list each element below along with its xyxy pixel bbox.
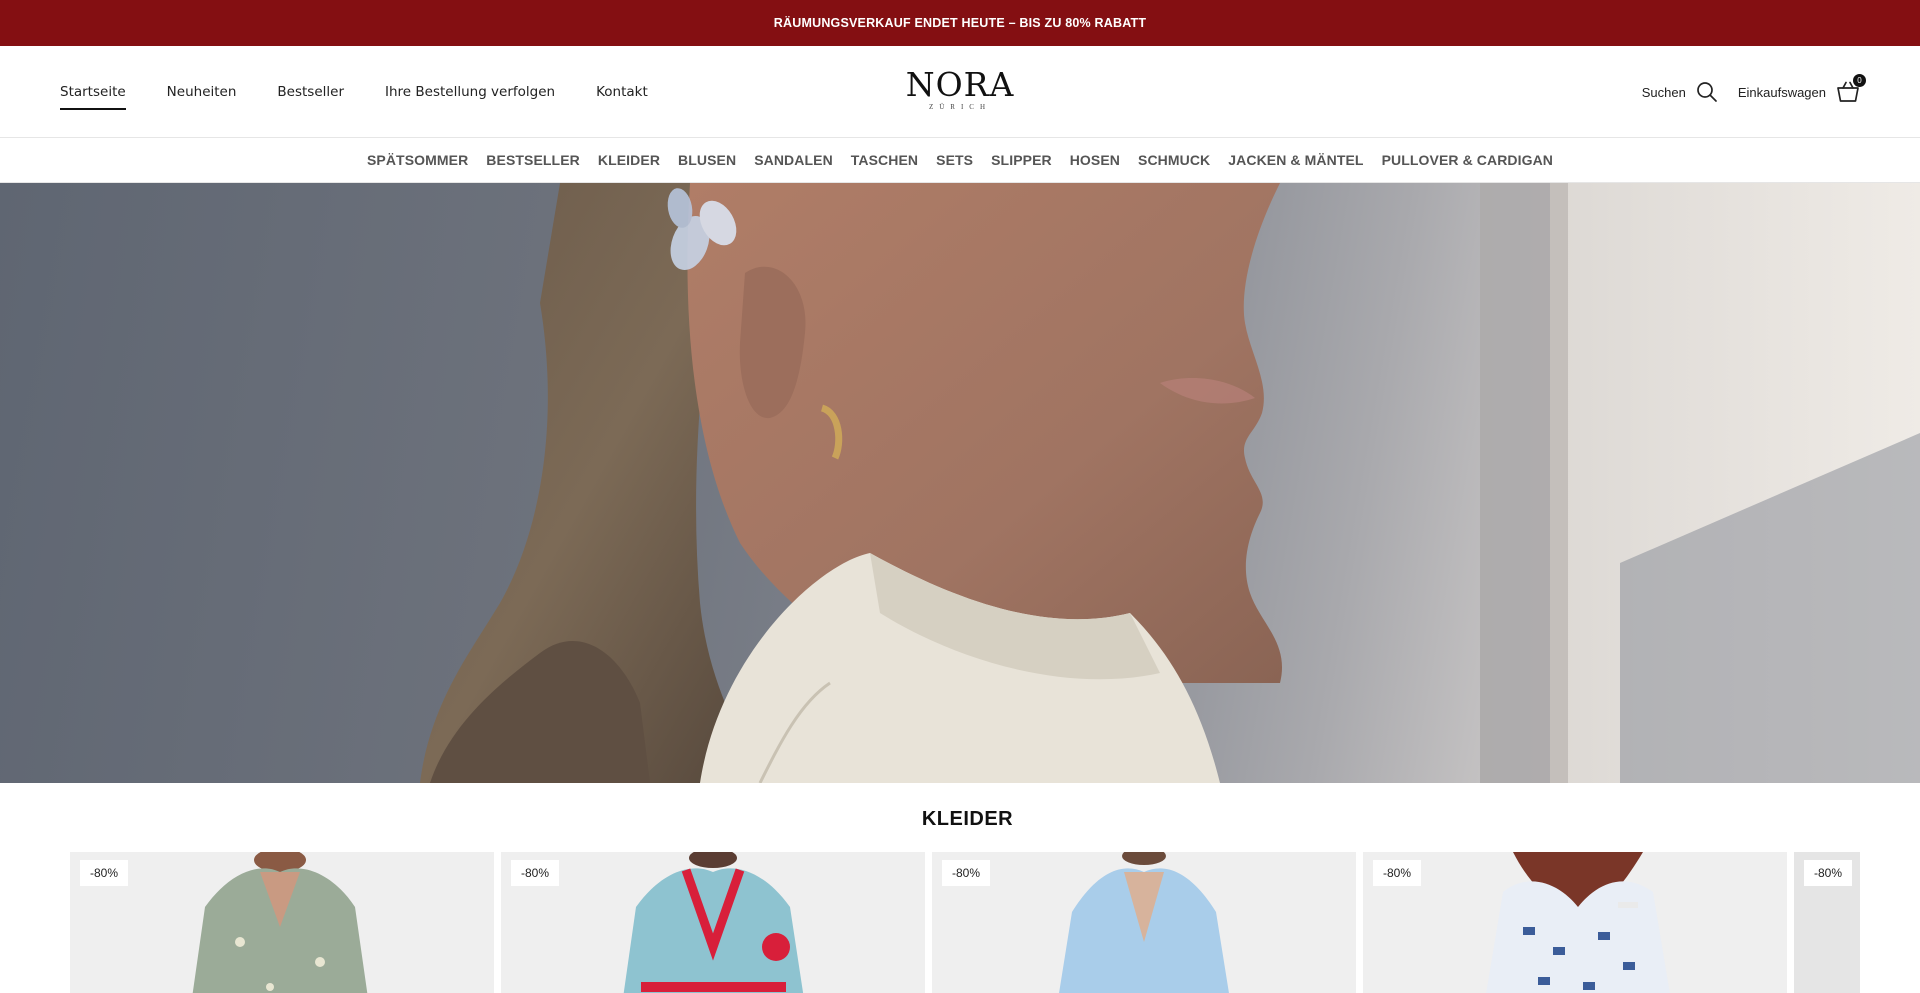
product-image (623, 852, 804, 993)
nav-neuheiten[interactable]: Neuheiten (167, 78, 237, 106)
category-taschen[interactable]: TASCHEN (851, 152, 918, 168)
discount-badge: -80% (511, 860, 560, 886)
search-label: Suchen (1641, 84, 1686, 100)
category-blusen[interactable]: BLUSEN (678, 152, 736, 168)
product-image (1059, 852, 1229, 993)
product-image (1486, 852, 1670, 993)
category-sandalen[interactable]: SANDALEN (754, 152, 833, 168)
category-pullover-cardigan[interactable]: PULLOVER & CARDIGAN (1382, 152, 1553, 168)
product-card[interactable]: -80% (932, 852, 1356, 993)
nav-startseite[interactable]: Startseite (60, 78, 126, 110)
discount-badge: -80% (1804, 860, 1853, 886)
brand-logo[interactable]: NORA ZÜRICH (860, 68, 1060, 118)
nav-bestseller[interactable]: Bestseller (277, 78, 344, 106)
product-card[interactable]: -80% (501, 852, 925, 993)
product-image (192, 852, 368, 993)
basket-icon: 0 (1836, 74, 1866, 103)
logo-subtitle: ZÜRICH (928, 103, 992, 111)
category-kleider[interactable]: KLEIDER (598, 152, 660, 168)
search-button[interactable]: Suchen (1642, 81, 1718, 103)
category-slipper[interactable]: SLIPPER (991, 152, 1052, 168)
product-card[interactable]: -80% (1794, 852, 1860, 993)
main-navigation: Startseite Neuheiten Bestseller Ihre Bes… (60, 46, 689, 138)
category-hosen[interactable]: HOSEN (1070, 152, 1120, 168)
search-icon (1696, 81, 1718, 103)
nav-track-order[interactable]: Ihre Bestellung verfolgen (385, 78, 555, 106)
section-title: KLEIDER (921, 808, 1014, 830)
announcement-bar: RÄUMUNGSVERKAUF ENDET HEUTE – BIS ZU 80%… (0, 0, 1920, 46)
category-bar: SPÄTSOMMER BESTSELLER KLEIDER BLUSEN SAN… (0, 138, 1920, 183)
category-sets[interactable]: SETS (936, 152, 973, 168)
product-card[interactable]: -80% (70, 852, 494, 993)
category-jacken-maentel[interactable]: JACKEN & MÄNTEL (1228, 152, 1363, 168)
site-header: Startseite Neuheiten Bestseller Ihre Bes… (0, 46, 1920, 138)
hero-banner-image[interactable] (0, 183, 1920, 783)
hero-illustration (420, 183, 1920, 783)
category-schmuck[interactable]: SCHMUCK (1138, 152, 1210, 168)
logo-wordmark: NORA (905, 65, 1015, 104)
product-carousel: -80% -80% -80% -80% -80% (70, 852, 1860, 993)
discount-badge: -80% (80, 860, 129, 886)
nav-kontakt[interactable]: Kontakt (596, 78, 648, 106)
header-tools: Suchen Einkaufswagen 0 (1622, 46, 1866, 138)
announcement-text: RÄUMUNGSVERKAUF ENDET HEUTE – BIS ZU 80%… (773, 16, 1147, 30)
product-card[interactable]: -80% (1363, 852, 1787, 993)
category-spaetsommer[interactable]: SPÄTSOMMER (367, 152, 468, 168)
cart-count-badge: 0 (1853, 74, 1866, 87)
cart-button[interactable]: Einkaufswagen 0 (1737, 74, 1866, 103)
cart-label: Einkaufswagen (1737, 84, 1826, 100)
discount-badge: -80% (942, 860, 991, 886)
category-bestseller[interactable]: BESTSELLER (486, 152, 580, 168)
discount-badge: -80% (1373, 860, 1422, 886)
